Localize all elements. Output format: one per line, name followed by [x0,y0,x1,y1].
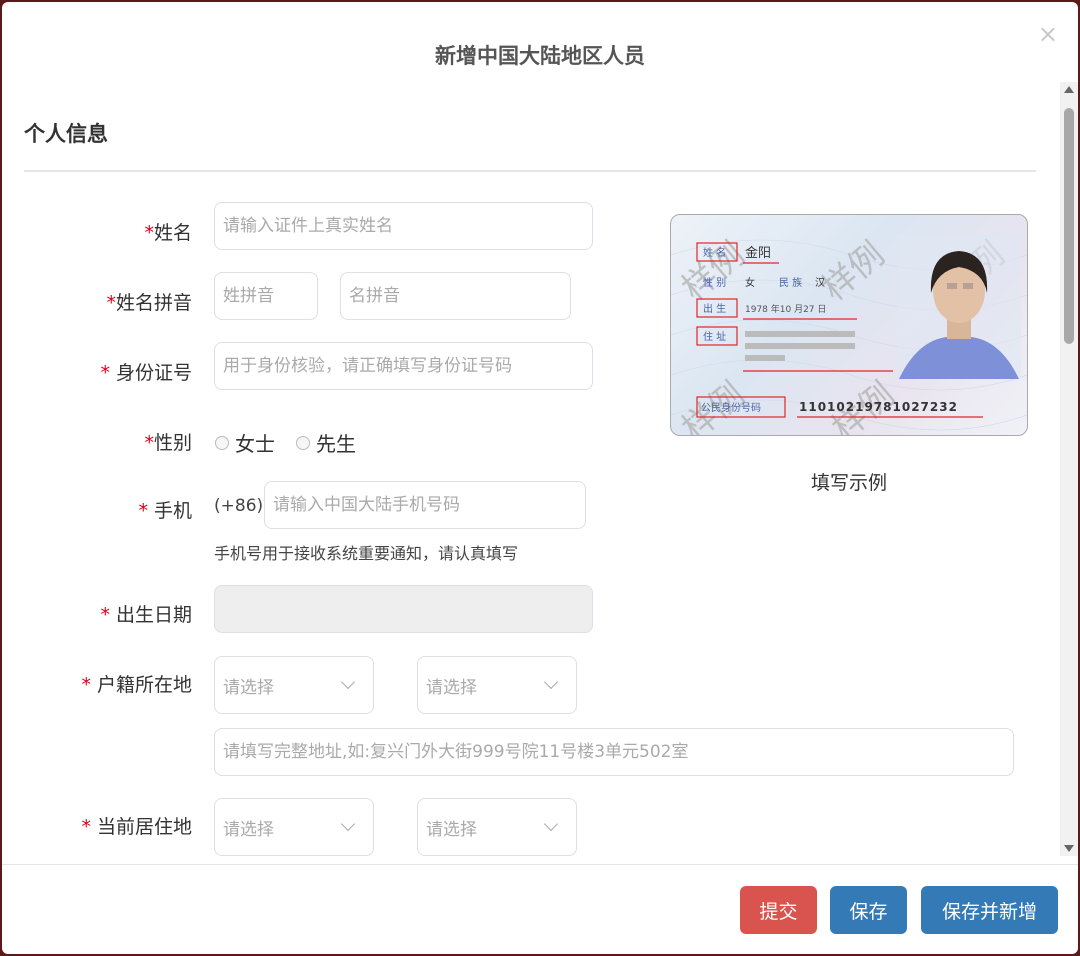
gender-option-male[interactable]: 先生 [296,428,356,457]
blurred-address [745,331,855,337]
radio-icon[interactable] [296,436,310,450]
surname-pinyin-input[interactable] [214,272,318,320]
scrollbar[interactable] [1060,82,1078,856]
phone-input[interactable] [264,481,586,529]
chevron-down-icon [544,817,558,831]
watermark-text: 样例 [815,234,893,308]
phone-hint: 手机号用于接收系统重要通知，请认真填写 [214,540,518,564]
example-caption: 填写示例 [670,468,1028,495]
chevron-down-icon [341,675,355,689]
blurred-address [745,355,785,361]
card-name-label: 姓 名 [703,246,726,259]
watermark-text: 样例 [675,234,753,308]
card-ethnicity-value: 汉 [815,277,825,289]
section-title: 个人信息 [24,118,108,148]
chevron-down-icon [544,675,558,689]
dialog-body: 个人信息 *姓名 *姓名拼音 * 身份证号 *性别 女士 先生 * 手机 (+8… [2,72,1058,864]
scroll-down-icon[interactable] [1064,845,1074,852]
household-label: * 户籍所在地 [22,670,192,697]
household-city-select[interactable]: 请选择 [417,656,577,714]
name-input[interactable] [214,202,593,250]
card-name-value: 金阳 [745,245,771,261]
card-id-label: 公民身份号码 [701,401,761,414]
submit-button[interactable]: 提交 [740,886,817,934]
phone-prefix: (+86) [214,496,263,516]
save-and-new-button[interactable]: 保存并新增 [921,886,1058,934]
card-gender-value: 女 [745,276,755,289]
dialog: 新增中国大陆地区人员 × 个人信息 *姓名 *姓名拼音 * 身份证号 *性别 女… [2,2,1078,954]
gender-option-female[interactable]: 女士 [215,428,275,457]
residence-province-select[interactable]: 请选择 [214,798,374,856]
card-ethnicity-label: 民 族 [779,276,802,289]
footer-divider [2,864,1078,865]
scrollbar-thumb[interactable] [1064,108,1074,344]
section-divider [24,170,1036,172]
card-address-label: 住 址 [703,330,726,343]
given-pinyin-input[interactable] [340,272,571,320]
scroll-up-icon[interactable] [1064,86,1074,93]
close-icon[interactable]: × [1038,22,1058,46]
blurred-address [745,343,855,349]
chevron-down-icon [341,817,355,831]
radio-icon[interactable] [215,436,229,450]
id-card-graphic: 样例 样例 样例 样例 样例 姓 名 金阳 性 别 女 民 族 汉 出 生 [671,215,1027,435]
birth-date-label: * 出生日期 [22,600,192,627]
card-gender-label: 性 别 [703,276,726,289]
household-province-select[interactable]: 请选择 [214,656,374,714]
dialog-title: 新增中国大陆地区人员 [2,40,1078,70]
gender-label: *性别 [22,428,192,455]
name-label: *姓名 [22,218,192,245]
birth-date-input [214,585,593,633]
residence-label: * 当前居住地 [22,812,192,839]
pinyin-label: *姓名拼音 [22,288,192,315]
id-photo [897,235,1021,379]
household-address-input[interactable] [214,728,1014,776]
card-id-value: 11010219781027232 [799,400,958,414]
id-number-label: * 身份证号 [22,358,192,385]
id-card-example-image: 样例 样例 样例 样例 样例 姓 名 金阳 性 别 女 民 族 汉 出 生 [670,214,1028,436]
residence-city-select[interactable]: 请选择 [417,798,577,856]
card-birth-value: 1978 年10 月27 日 [745,303,826,315]
card-birth-label: 出 生 [703,302,726,315]
id-number-input[interactable] [214,342,593,390]
save-button[interactable]: 保存 [830,886,907,934]
phone-label: * 手机 [22,496,192,523]
